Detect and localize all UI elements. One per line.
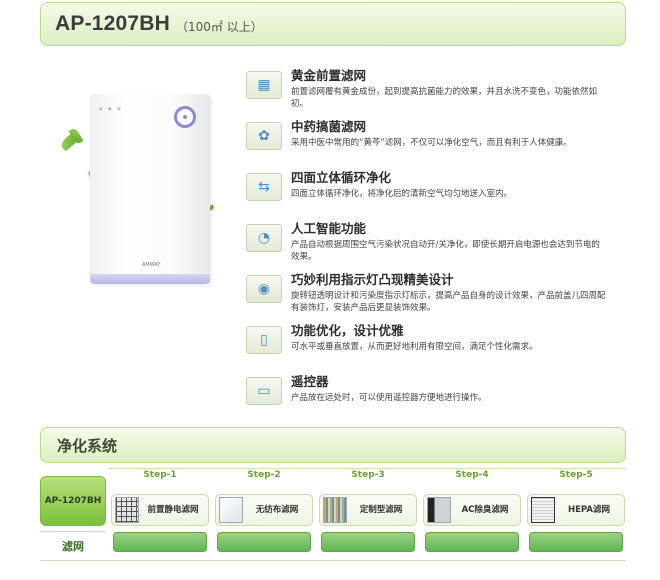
control-dial xyxy=(174,106,196,128)
filter-bar xyxy=(217,532,311,552)
step-label: Step-5 xyxy=(559,470,593,480)
filter-row-label: 滤网 xyxy=(40,531,106,559)
section-title: 净化系统 xyxy=(57,436,118,455)
step-label: Step-2 xyxy=(247,470,281,480)
feature-item: ◔ 人工智能功能 产品自动根据周围空气污染状况自动开/关净化，即使长期开启电源也… xyxy=(246,221,606,272)
step-label: Step-1 xyxy=(143,470,177,480)
remote-icon: ▭ xyxy=(246,377,282,405)
step-label: Step-4 xyxy=(455,470,489,480)
divider xyxy=(108,468,626,469)
feature-title: 中药搞菌滤网 xyxy=(291,119,367,134)
hepa-filter-icon xyxy=(531,497,555,523)
placement-icon: ▯ xyxy=(246,326,282,354)
filter-step: Step-5 HEPA滤网 xyxy=(527,470,625,560)
feature-desc: 旋转钮透明设计和污染度指示灯标示，提高产品自身的设计效果，产品前盖儿四周配有装饰… xyxy=(291,291,606,313)
step-label: Step-3 xyxy=(351,470,385,480)
step-name: 无纺布滤网 xyxy=(255,505,299,515)
step-card: 无纺布滤网 xyxy=(215,494,313,526)
brand-logo: ☀ ✦ ☀ xyxy=(98,106,123,113)
step-name: AC除臭滤网 xyxy=(461,505,509,515)
feature-list: ▦ 黄金前置滤网 前置滤网覆有黄金成份，起到提高抗菌能力的效果，并且水洗不变色，… xyxy=(246,68,606,425)
indicator-light-icon: ◉ xyxy=(246,275,282,303)
coverage-area: （100㎡ 以上） xyxy=(176,19,263,34)
step-name: HEPA滤网 xyxy=(568,505,610,515)
gold-filter-icon: ▦ xyxy=(246,71,282,99)
feature-item: ▭ 遥控器 产品放在远处时，可以使用遥控器方便地进行操作。 xyxy=(246,374,606,425)
carbon-filter-icon xyxy=(427,497,451,523)
model-label: AP-1207BH xyxy=(44,496,102,506)
feature-title: 遥控器 xyxy=(291,374,329,389)
product-image: ☀ ✦ ☀ AMWAY xyxy=(40,80,240,330)
feature-title: 四面立体循环净化 xyxy=(291,170,392,185)
air-purifier-unit: ☀ ✦ ☀ AMWAY xyxy=(90,94,210,284)
filter-step: Step-2 无纺布滤网 xyxy=(215,470,313,560)
feature-desc: 可水平或垂直放置，从而更好地利用有限空间，满足个性化需求。 xyxy=(291,342,538,352)
electrostatic-filter-icon xyxy=(115,497,139,523)
step-card: 定制型滤网 xyxy=(319,494,417,526)
nonwoven-filter-icon xyxy=(219,497,243,523)
feature-item: ▯ 功能优化，设计优雅 可水平或垂直放置，从而更好地利用有限空间，满足个性化需求… xyxy=(246,323,606,374)
feature-item: ⇆ 四面立体循环净化 四面立体循环净化，将净化后的清新空气均匀地送入室内。 xyxy=(246,170,606,221)
filter-bar xyxy=(113,532,207,552)
product-logo: AMWAY xyxy=(142,262,161,268)
filter-step: Step-1 前置静电滤网 xyxy=(111,470,209,560)
feature-title: 黄金前置滤网 xyxy=(291,68,367,83)
feature-desc: 采用中医中常用的“黄芩”滤网，不仅可以净化空气，而且有利于人体健康。 xyxy=(291,138,572,148)
purification-system-header: 净化系统 xyxy=(40,427,626,463)
step-card: HEPA滤网 xyxy=(527,494,625,526)
product-header: AP-1207BH （100㎡ 以上） xyxy=(40,2,626,46)
feature-title: 巧妙利用指示灯凸现精美设计 xyxy=(291,272,454,287)
purifier-light-base xyxy=(90,274,210,284)
feature-desc: 四面立体循环净化，将净化后的清新空气均匀地送入室内。 xyxy=(291,189,513,199)
feature-item: ◉ 巧妙利用指示灯凸现精美设计 旋转钮透明设计和污染度指示灯标示，提高产品自身的… xyxy=(246,272,606,323)
herbal-filter-icon: ✿ xyxy=(246,122,282,150)
feature-desc: 产品放在远处时，可以使用遥控器方便地进行操作。 xyxy=(291,393,487,403)
filter-bar xyxy=(425,532,519,552)
filter-bar xyxy=(321,532,415,552)
airflow-icon: ⇆ xyxy=(246,173,282,201)
filter-step: Step-4 AC除臭滤网 xyxy=(423,470,521,560)
model-label-box: AP-1207BH xyxy=(40,476,106,526)
feature-item: ▦ 黄金前置滤网 前置滤网覆有黄金成份，起到提高抗菌能力的效果，并且水洗不变色，… xyxy=(246,68,606,119)
custom-filter-icon xyxy=(323,497,347,523)
filter-bar xyxy=(529,532,623,552)
step-card: 前置静电滤网 xyxy=(111,494,209,526)
divider xyxy=(40,560,626,561)
model-title: AP-1207BH xyxy=(55,12,171,35)
step-name: 前置静电滤网 xyxy=(147,505,199,515)
filter-step: Step-3 定制型滤网 xyxy=(319,470,417,560)
feature-desc: 前置滤网覆有黄金成份，起到提高抗菌能力的效果，并且水洗不变色，功能依然如初。 xyxy=(291,87,598,109)
feature-desc: 产品自动根据周围空气污染状况自动开/关净化，即使长期开启电源也会达到节电的效果。 xyxy=(291,240,600,262)
feature-item: ✿ 中药搞菌滤网 采用中医中常用的“黄芩”滤网，不仅可以净化空气，而且有利于人体… xyxy=(246,119,606,170)
feature-title: 功能优化，设计优雅 xyxy=(291,323,404,338)
smart-icon: ◔ xyxy=(246,224,282,252)
step-card: AC除臭滤网 xyxy=(423,494,521,526)
step-name: 定制型滤网 xyxy=(359,505,403,515)
feature-title: 人工智能功能 xyxy=(291,221,367,236)
